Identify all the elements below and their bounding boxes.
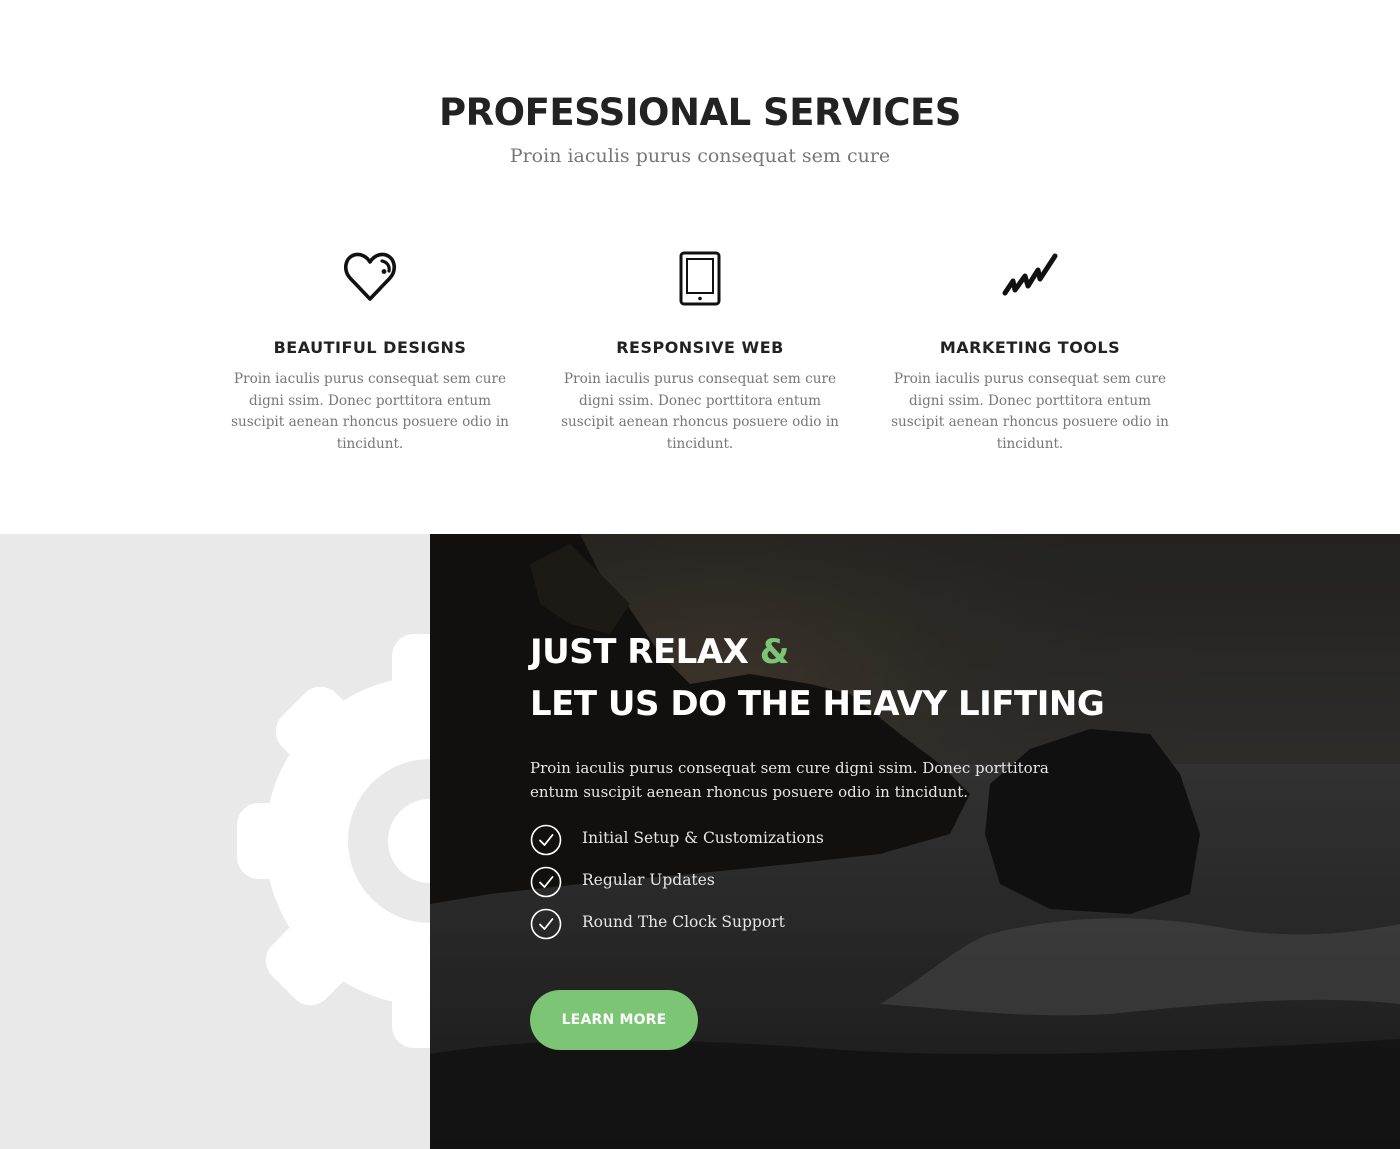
heart-icon <box>220 248 520 308</box>
list-item: Regular Updates <box>530 866 950 900</box>
feature-label: Regular Updates <box>582 871 715 889</box>
list-item: Round The Clock Support <box>530 908 950 942</box>
list-item: Initial Setup & Customizations <box>530 824 950 858</box>
heading-line-1: JUST RELAX <box>530 632 749 672</box>
service-title: MARKETING TOOLS <box>939 338 1121 357</box>
trend-chart-icon <box>880 248 1180 308</box>
check-circle-icon <box>530 908 562 940</box>
gear-icon <box>0 534 430 1149</box>
learn-more-button[interactable]: LEARN MORE <box>530 990 698 1050</box>
services-section: PROFESSIONAL SERVICES Proin iaculis puru… <box>0 0 1400 534</box>
relax-section: JUST RELAX & LET US DO THE HEAVY LIFTING… <box>0 534 1400 1149</box>
check-circle-icon <box>530 866 562 898</box>
section-title: PROFESSIONAL SERVICES <box>439 91 961 134</box>
decor-panel <box>0 534 430 1149</box>
relax-description: Proin iaculis purus consequat sem cure d… <box>530 759 1049 801</box>
check-circle-icon <box>530 824 562 856</box>
section-subtitle: Proin iaculis purus consequat sem cure <box>509 145 891 167</box>
service-text: Proin iaculis purus consequat sem cure d… <box>891 371 1169 452</box>
tablet-icon <box>550 248 850 308</box>
service-title: RESPONSIVE WEB <box>616 338 784 357</box>
feature-label: Initial Setup & Customizations <box>582 829 824 847</box>
service-text: Proin iaculis purus consequat sem cure d… <box>561 371 839 452</box>
heading-line-2: LET US DO THE HEAVY LIFTING <box>530 684 1105 724</box>
relax-heading: JUST RELAX & LET US DO THE HEAVY LIFTING <box>530 626 1105 730</box>
service-title: BEAUTIFUL DESIGNS <box>273 338 467 357</box>
service-text: Proin iaculis purus consequat sem cure d… <box>231 371 509 452</box>
heading-ampersand: & <box>759 632 790 672</box>
feature-label: Round The Clock Support <box>582 913 785 931</box>
